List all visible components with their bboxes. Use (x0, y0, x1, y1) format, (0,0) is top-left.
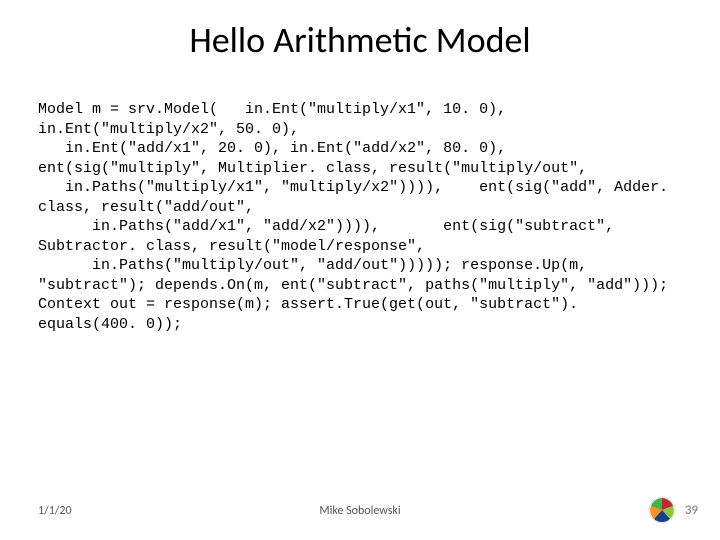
page-title: Hello Arithmetic Model (0, 18, 720, 62)
logo-icon (648, 496, 676, 524)
slide: Hello Arithmetic Model Model m = srv.Mod… (0, 0, 720, 540)
code-block: Model m = srv.Model( in.Ent("multiply/x1… (38, 100, 682, 334)
page-number: 39 (685, 503, 698, 518)
footer-author: Mike Sobolewski (0, 504, 720, 518)
